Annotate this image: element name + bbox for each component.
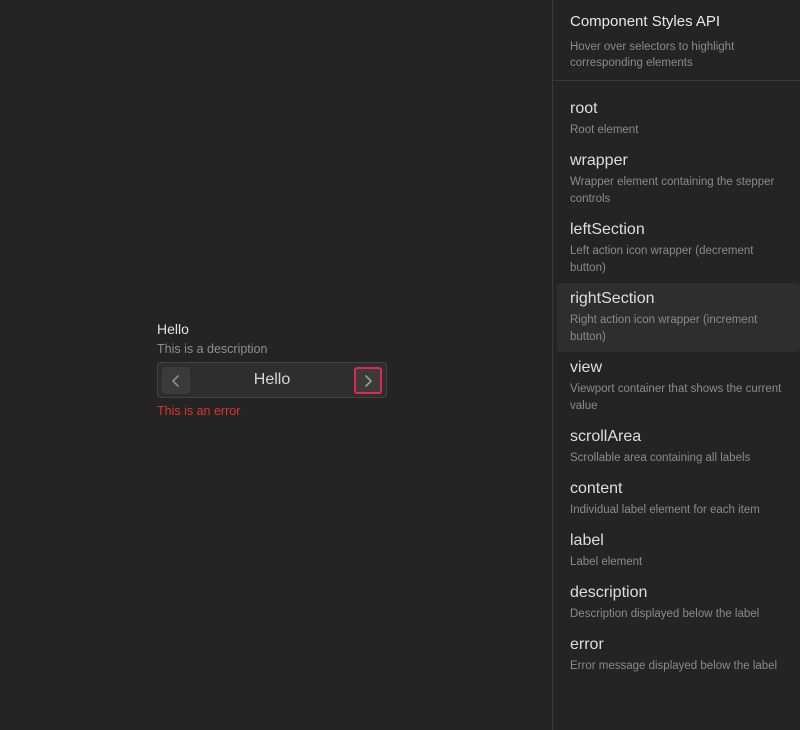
field-label: Hello bbox=[157, 321, 189, 337]
selector-wrapper[interactable]: wrapper Wrapper element containing the s… bbox=[557, 145, 800, 214]
selector-description: Root element bbox=[570, 124, 639, 136]
selector-description[interactable]: description Description displayed below … bbox=[557, 577, 800, 629]
selector-description: Individual label element for each item bbox=[570, 504, 760, 516]
panel-header: Component Styles API Hover over selector… bbox=[553, 0, 800, 81]
selector-content[interactable]: content Individual label element for eac… bbox=[557, 473, 800, 525]
selector-description: Description displayed below the label bbox=[570, 608, 760, 620]
selector-name: view bbox=[570, 359, 603, 376]
stepper-wrapper: Hello bbox=[157, 362, 387, 398]
selector-root[interactable]: root Root element bbox=[557, 93, 800, 145]
field-error: This is an error bbox=[157, 404, 241, 418]
selector-description: Viewport container that shows the curren… bbox=[570, 383, 782, 412]
chevron-right-icon bbox=[365, 374, 372, 387]
field-description: This is a description bbox=[157, 342, 268, 356]
label-stepper-root: Hello This is a description Hello This i bbox=[157, 321, 387, 419]
selector-name: label bbox=[570, 532, 604, 549]
app-window: Hello This is a description Hello This i bbox=[0, 0, 800, 730]
decrement-button[interactable] bbox=[162, 367, 190, 394]
stepper-value: Hello bbox=[253, 371, 291, 388]
selector-rightSection[interactable]: rightSection Right action icon wrapper (… bbox=[557, 283, 800, 352]
selector-name: error bbox=[570, 636, 604, 653]
styles-api-panel: Component Styles API Hover over selector… bbox=[552, 0, 800, 730]
panel-title: Component Styles API bbox=[570, 13, 721, 30]
selector-error[interactable]: error Error message displayed below the … bbox=[557, 629, 800, 681]
selector-description: Label element bbox=[570, 556, 643, 568]
panel-subtitle: Hover over selectors to highlight corres… bbox=[570, 41, 735, 69]
preview-area: Hello This is a description Hello This i bbox=[0, 0, 552, 730]
selector-description: Right action icon wrapper (increment but… bbox=[570, 314, 758, 343]
selector-name: leftSection bbox=[570, 221, 645, 238]
increment-button[interactable] bbox=[354, 367, 382, 394]
stepper-view: Hello bbox=[194, 363, 350, 397]
selector-name: content bbox=[570, 480, 623, 497]
selector-name: rightSection bbox=[570, 290, 655, 307]
selector-description: Error message displayed below the label bbox=[570, 660, 778, 672]
chevron-left-icon bbox=[172, 374, 179, 387]
selector-view[interactable]: view Viewport container that shows the c… bbox=[557, 352, 800, 421]
selector-description: Left action icon wrapper (decrement butt… bbox=[570, 245, 754, 274]
selector-name: description bbox=[570, 584, 648, 601]
selector-description: Scrollable area containing all labels bbox=[570, 452, 751, 464]
selector-name: scrollArea bbox=[570, 428, 642, 445]
selector-name: root bbox=[570, 100, 598, 117]
selector-name: wrapper bbox=[570, 152, 628, 169]
selector-leftSection[interactable]: leftSection Left action icon wrapper (de… bbox=[557, 214, 800, 283]
selector-description: Wrapper element containing the stepper c… bbox=[570, 176, 775, 205]
selector-list: root Root element wrapper Wrapper elemen… bbox=[553, 81, 800, 681]
selector-label[interactable]: label Label element bbox=[557, 525, 800, 577]
selector-scrollArea[interactable]: scrollArea Scrollable area containing al… bbox=[557, 421, 800, 473]
